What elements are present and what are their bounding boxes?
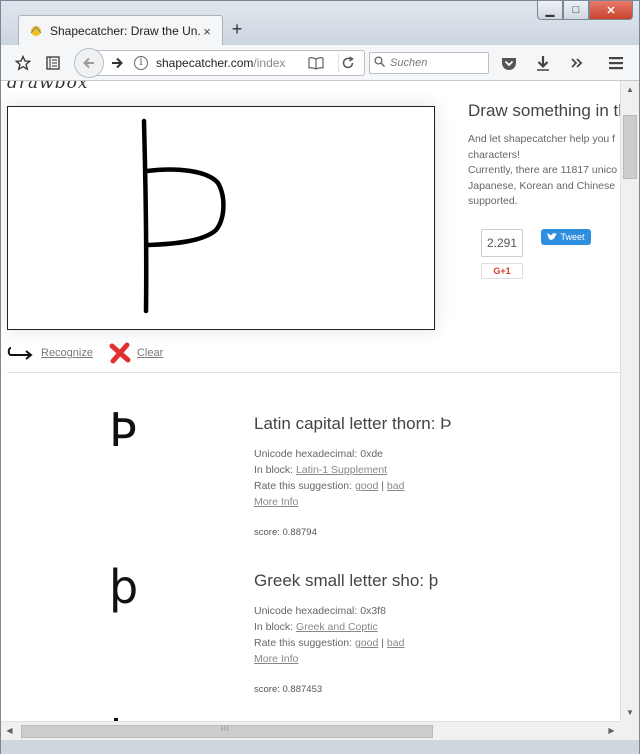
scroll-left-arrow-icon[interactable]: ◀ — [1, 722, 18, 740]
arrow-right-icon — [112, 57, 123, 69]
result-score: score: 0.887453 — [254, 684, 323, 695]
clear-x-icon[interactable] — [109, 342, 131, 364]
close-window-button[interactable]: ✕ — [589, 1, 633, 20]
vertical-scroll-thumb[interactable] — [623, 115, 637, 179]
close-icon: ✕ — [606, 4, 616, 17]
recognize-arrow-icon[interactable] — [7, 345, 35, 361]
result-glyph: Þ — [109, 403, 137, 457]
new-tab-button[interactable]: + — [227, 19, 247, 39]
drawing-canvas[interactable] — [7, 106, 435, 330]
result-hex: Unicode hexadecimal: 0xde — [254, 448, 383, 460]
pocket-icon[interactable] — [497, 51, 521, 75]
rate-prefix: Rate this suggestion: — [254, 637, 355, 649]
result-block: In block: Greek and Coptic — [254, 619, 404, 635]
drawbox-actions: Recognize Clear — [7, 342, 163, 364]
clear-link[interactable]: Clear — [137, 347, 163, 359]
rate-good-link[interactable]: good — [355, 480, 378, 492]
window-bottom-edge — [1, 740, 639, 754]
recognize-link[interactable]: Recognize — [41, 347, 93, 359]
url-path: /index.h — [253, 56, 286, 70]
result-glyph: ϸ — [109, 560, 139, 614]
sidebar-line: Currently, there are 11817 unico — [468, 164, 618, 176]
page-content: drawbox Recognize Clear Draw something i… — [1, 81, 620, 721]
sidebar-line: supported. — [468, 195, 518, 207]
search-icon — [374, 56, 386, 70]
result-hex: Unicode hexadecimal: 0x3f8 — [254, 605, 386, 617]
more-info-link[interactable]: More Info — [254, 496, 298, 508]
arrow-left-icon — [83, 57, 94, 69]
search-placeholder: Suchen — [390, 57, 428, 69]
result-rating: Rate this suggestion: good | bad — [254, 478, 404, 494]
reader-view-icon[interactable] — [307, 54, 325, 72]
download-icon[interactable] — [531, 51, 555, 75]
tab-title: Shapecatcher: Draw the Un... — [50, 24, 200, 38]
result-rating: Rate this suggestion: good | bad — [254, 635, 404, 651]
search-input[interactable]: Suchen — [369, 52, 489, 74]
vertical-scrollbar[interactable]: ▲ ▼ — [620, 81, 639, 721]
overflow-chevron-icon[interactable] — [565, 51, 589, 75]
minimize-button[interactable]: ▁ — [537, 1, 563, 20]
rate-good-link[interactable]: good — [355, 637, 378, 649]
url-host: shapecatcher.com — [156, 56, 254, 70]
sidebar-title: Draw something in th — [468, 101, 620, 120]
result-score: score: 0.88794 — [254, 527, 317, 538]
maximize-icon: □ — [572, 4, 580, 16]
result-block: In block: Latin-1 Supplement — [254, 462, 404, 478]
block-link[interactable]: Greek and Coptic — [296, 621, 378, 633]
rate-bad-link[interactable]: bad — [387, 480, 405, 492]
browser-tab[interactable]: Shapecatcher: Draw the Un... × — [18, 15, 223, 46]
rate-bad-link[interactable]: bad — [387, 637, 405, 649]
rate-prefix: Rate this suggestion: — [254, 480, 355, 492]
scroll-up-arrow-icon[interactable]: ▲ — [621, 81, 639, 98]
url-bar-group: i shapecatcher.com/index.h — [74, 48, 365, 78]
hamburger-menu-icon[interactable] — [604, 51, 628, 75]
result-title: Latin capital letter thorn: Þ — [254, 414, 452, 433]
browser-window: Shapecatcher: Draw the Un... × + ▁ □ ✕ i… — [0, 0, 640, 754]
tweet-button[interactable]: Tweet — [541, 229, 591, 245]
shapecatcher-favicon-icon — [30, 26, 42, 36]
block-link[interactable]: Latin-1 Supplement — [296, 464, 387, 476]
share-count-badge: 2.291 — [481, 229, 523, 257]
twitter-bird-icon — [547, 233, 558, 241]
title-bar: Shapecatcher: Draw the Un... × + ▁ □ ✕ — [1, 1, 639, 46]
forward-button[interactable] — [108, 54, 126, 72]
url-input[interactable]: shapecatcher.com/index.h — [156, 56, 286, 70]
result-title: Greek small letter sho: ϸ — [254, 571, 439, 590]
scroll-down-arrow-icon[interactable]: ▼ — [621, 704, 639, 721]
block-prefix: In block: — [254, 464, 297, 476]
bookmark-star-icon[interactable] — [11, 51, 35, 75]
scroll-right-arrow-icon[interactable]: ▶ — [603, 722, 620, 740]
drawn-stroke — [141, 118, 226, 314]
tweet-label: Tweet — [560, 232, 585, 242]
drawbox-logo: drawbox — [7, 81, 89, 93]
scrollbar-corner — [620, 721, 639, 740]
gplus-button[interactable]: G+1 — [481, 263, 523, 279]
reading-list-icon[interactable] — [41, 51, 65, 75]
maximize-button[interactable]: □ — [563, 1, 589, 20]
site-info-icon[interactable]: i — [134, 56, 148, 70]
navigation-toolbar: i shapecatcher.com/index.h Suchen — [1, 45, 639, 81]
result-details: Unicode hexadecimal: 0x3f8 In block: Gre… — [254, 603, 404, 667]
tab-close-icon[interactable]: × — [200, 24, 214, 39]
rate-separator: | — [378, 480, 387, 492]
sidebar-line: And let shapecatcher help you f — [468, 133, 616, 145]
reload-icon[interactable] — [338, 54, 356, 72]
sidebar-line: characters! — [468, 148, 520, 161]
minimize-icon: ▁ — [545, 4, 555, 17]
block-prefix: In block: — [254, 621, 297, 633]
more-info-link[interactable]: More Info — [254, 653, 298, 665]
window-controls: ▁ □ ✕ — [537, 1, 633, 20]
horizontal-scrollbar[interactable]: ◀ III ▶ — [1, 721, 620, 740]
sidebar-line: Japanese, Korean and Chinese — [468, 179, 616, 192]
result-details: Unicode hexadecimal: 0xde In block: Lati… — [254, 446, 404, 510]
section-divider — [7, 372, 620, 373]
rate-separator: | — [378, 637, 387, 649]
sidebar-description: And let shapecatcher help you f characte… — [468, 132, 620, 210]
back-button[interactable] — [74, 48, 104, 78]
scroll-grip: III — [221, 726, 230, 733]
